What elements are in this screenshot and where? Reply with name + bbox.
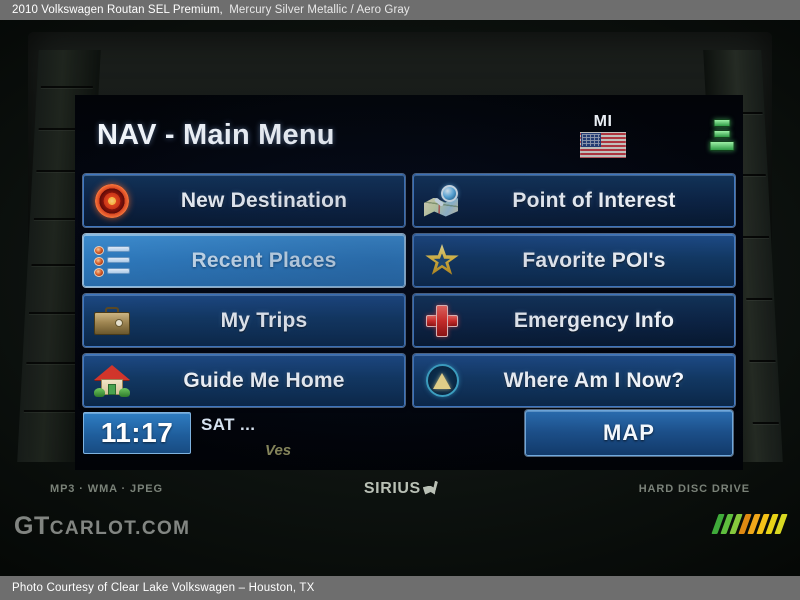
screen-header: NAV - Main Menu MI (75, 101, 743, 167)
menu-item-label: Recent Places (191, 248, 337, 272)
map-search-icon (414, 175, 470, 226)
menu-item-label: Point of Interest (512, 188, 676, 212)
menu-item-recent-places[interactable]: Recent Places (83, 234, 405, 287)
menu-item-my-trips[interactable]: My Trips (83, 294, 405, 347)
watermark-carlot: CARLOT.COM (49, 518, 191, 539)
clock-time: 11:17 (100, 417, 174, 448)
audio-source-label: SAT ... (201, 415, 256, 434)
red-cross-icon (414, 295, 470, 346)
ves-watermark: Ves (265, 442, 292, 459)
watermark-gt: GT (14, 512, 50, 540)
photo-credit-bar: Photo Courtesy of Clear Lake Volkswagen … (0, 576, 800, 600)
clock-display[interactable]: 11:17 (83, 412, 191, 454)
page-title: NAV - Main Menu (97, 119, 335, 151)
menu-item-guide-me-home[interactable]: Guide Me Home (83, 354, 405, 407)
menu-item-point-of-interest[interactable]: Point of Interest (413, 174, 735, 227)
menu-item-where-am-i-now[interactable]: Where Am I Now? (413, 354, 735, 407)
photo-credit-text: Photo Courtesy of Clear Lake Volkswagen … (12, 582, 315, 594)
state-abbreviation: MI (593, 113, 613, 130)
menu-item-label: Emergency Info (513, 308, 675, 332)
compass-icon (414, 355, 470, 406)
menu-item-label: New Destination (180, 188, 348, 212)
menu-item-label: Where Am I Now? (503, 368, 685, 392)
list-icon (84, 235, 140, 286)
menu-item-label: My Trips (220, 308, 308, 332)
briefcase-icon (84, 295, 140, 346)
sirius-dog-icon (422, 480, 438, 498)
menu-item-label: Favorite POI's (522, 248, 666, 272)
logo-stripes (711, 514, 788, 534)
storage-label: HARD DISC DRIVE (638, 483, 750, 495)
us-flag-icon (580, 132, 626, 158)
navigation-screen: NAV - Main Menu MI New Destination Point… (75, 95, 743, 470)
state-indicator: MI (575, 114, 631, 158)
codec-support-label: MP3 · WMA · JPEG (50, 483, 163, 495)
vehicle-title: 2010 Volkswagen Routan SEL Premium, (12, 4, 223, 16)
photo-area: NAV - Main Menu MI New Destination Point… (0, 20, 800, 576)
map-button-label: MAP (603, 420, 655, 445)
sirius-brand-label: SIRIUS (363, 480, 421, 497)
main-menu-grid: New Destination Point of Interest Recent… (83, 171, 735, 411)
map-button[interactable]: MAP (525, 410, 733, 456)
menu-item-new-destination[interactable]: New Destination (83, 174, 405, 227)
gtcarlot-watermark: GT CARLOT.COM (14, 512, 190, 541)
screen-status-bar: 11:17 SAT ... Ves MAP (75, 402, 743, 470)
house-icon (84, 355, 140, 406)
menu-item-label: Guide Me Home (183, 368, 345, 392)
menu-item-favorite-pois[interactable]: Favorite POI's (413, 234, 735, 287)
vehicle-colors: Mercury Silver Metallic / Aero Gray (229, 4, 410, 16)
target-icon (84, 175, 140, 226)
menu-item-emergency-info[interactable]: Emergency Info (413, 294, 735, 347)
star-icon (414, 235, 470, 286)
vehicle-caption-bar: 2010 Volkswagen Routan SEL Premium, Merc… (0, 0, 800, 20)
sirius-logo: SIRIUS (364, 480, 438, 498)
bezel-footer: MP3 · WMA · JPEG SIRIUS HARD DISC DRIVE (28, 472, 772, 506)
vehicle-seats-icon (707, 119, 737, 153)
